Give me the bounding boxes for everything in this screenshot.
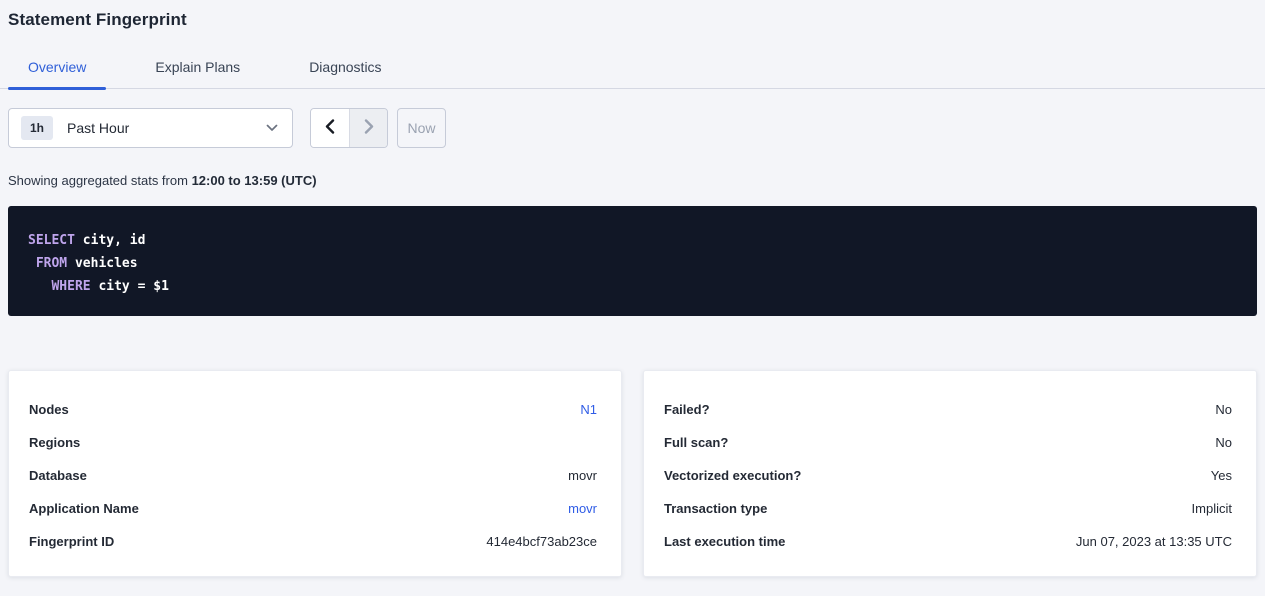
detail-row: Vectorized execution? Yes: [664, 459, 1232, 492]
sql-text: city = $1: [91, 279, 169, 294]
tab-bar: Overview Explain Plans Diagnostics: [0, 59, 1265, 89]
detail-value: movr: [568, 468, 597, 483]
detail-row: Nodes N1: [29, 393, 597, 426]
sql-keyword: FROM: [28, 256, 67, 271]
time-picker-row: 1h Past Hour Now: [8, 108, 1257, 148]
chevron-down-icon: [266, 124, 278, 132]
detail-row: Last execution time Jun 07, 2023 at 13:3…: [664, 525, 1232, 558]
app-name-link[interactable]: movr: [568, 501, 597, 516]
detail-label: Failed?: [664, 402, 710, 417]
detail-row: Database movr: [29, 459, 597, 492]
detail-label: Regions: [29, 435, 80, 450]
time-range-label: Past Hour: [67, 120, 129, 136]
fingerprint-id-value: 414e4bcf73ab23ce: [486, 534, 597, 549]
tab-diagnostics[interactable]: Diagnostics: [289, 59, 401, 88]
stats-prefix: Showing aggregated stats from: [8, 173, 192, 188]
detail-row: Failed? No: [664, 393, 1232, 426]
execution-attributes-card: Failed? No Full scan? No Vectorized exec…: [643, 370, 1257, 577]
detail-row: Transaction type Implicit: [664, 492, 1232, 525]
time-range-badge: 1h: [21, 116, 53, 140]
chevron-right-icon: [364, 119, 374, 137]
detail-row: Application Name movr: [29, 492, 597, 525]
now-button[interactable]: Now: [397, 108, 446, 148]
sql-line: WHERE city = $1: [28, 275, 1237, 298]
sql-keyword: WHERE: [28, 279, 91, 294]
time-range-dropdown[interactable]: 1h Past Hour: [8, 108, 293, 148]
detail-label: Nodes: [29, 402, 69, 417]
detail-label: Transaction type: [664, 501, 767, 516]
detail-label: Application Name: [29, 501, 139, 516]
aggregated-stats-text: Showing aggregated stats from 12:00 to 1…: [8, 174, 1257, 188]
page-title: Statement Fingerprint: [8, 10, 1257, 30]
next-time-button[interactable]: [349, 109, 387, 147]
sql-text: vehicles: [67, 256, 137, 271]
detail-label: Last execution time: [664, 534, 785, 549]
sql-line: SELECT city, id: [28, 229, 1237, 252]
detail-value: Yes: [1211, 468, 1232, 483]
tab-explain-plans[interactable]: Explain Plans: [135, 59, 260, 88]
detail-label: Vectorized execution?: [664, 468, 801, 483]
detail-value: No: [1215, 402, 1232, 417]
last-execution-time-value: Jun 07, 2023 at 13:35 UTC: [1076, 534, 1232, 549]
stats-range: 12:00 to 13:59 (UTC): [192, 173, 317, 188]
chevron-left-icon: [325, 119, 335, 137]
prev-time-button[interactable]: [311, 109, 349, 147]
sql-keyword: SELECT: [28, 233, 75, 248]
detail-value: No: [1215, 435, 1232, 450]
sql-statement-block: SELECT city, id FROM vehicles WHERE city…: [8, 206, 1257, 316]
detail-value: Implicit: [1192, 501, 1232, 516]
detail-label: Full scan?: [664, 435, 728, 450]
detail-row: Full scan? No: [664, 426, 1232, 459]
sql-text: city, id: [75, 233, 145, 248]
details-section: Nodes N1 Regions Database movr Applicati…: [8, 370, 1257, 577]
sql-line: FROM vehicles: [28, 252, 1237, 275]
nodes-link[interactable]: N1: [580, 402, 597, 417]
time-step-button-group: [310, 108, 388, 148]
detail-row: Regions: [29, 426, 597, 459]
detail-row: Fingerprint ID 414e4bcf73ab23ce: [29, 525, 597, 558]
tab-overview[interactable]: Overview: [8, 59, 106, 88]
detail-label: Fingerprint ID: [29, 534, 114, 549]
detail-label: Database: [29, 468, 87, 483]
statement-details-card: Nodes N1 Regions Database movr Applicati…: [8, 370, 622, 577]
